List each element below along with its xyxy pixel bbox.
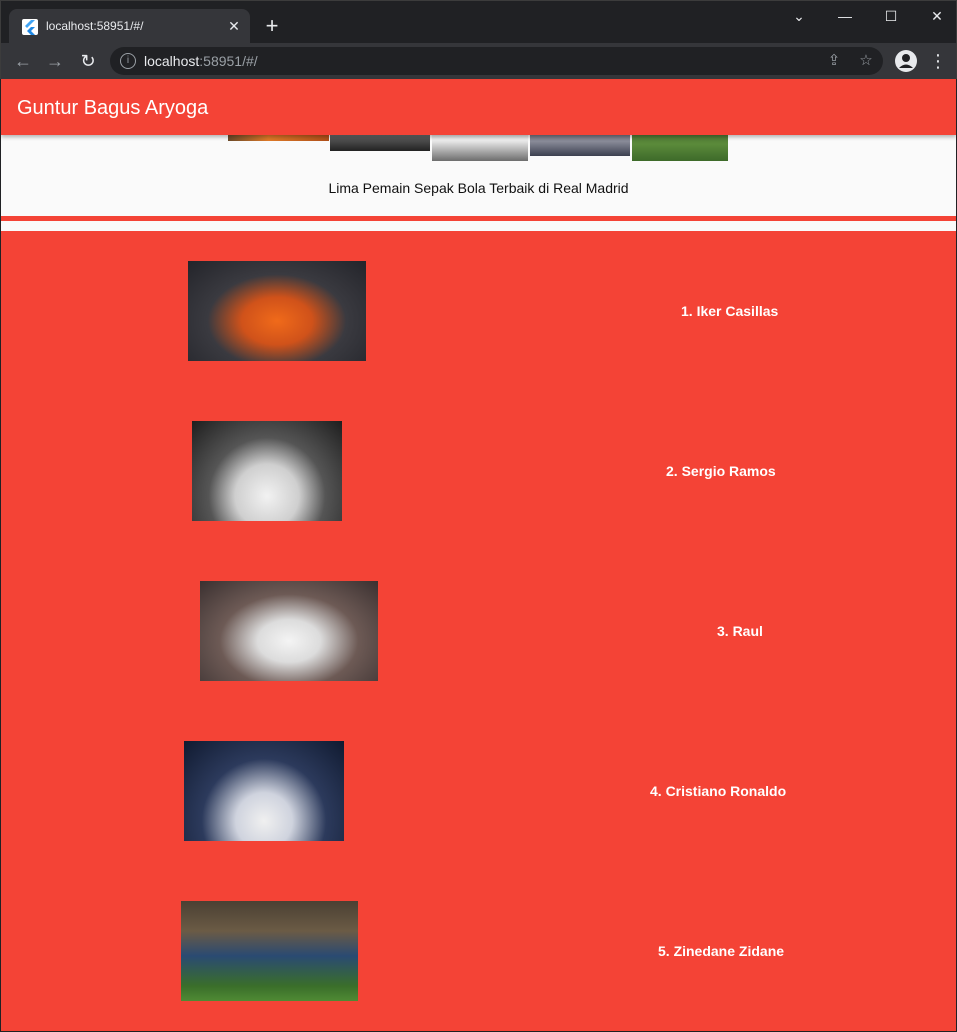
bookmark-star-icon[interactable]: ☆ [856, 51, 876, 71]
player-name: 2. Sergio Ramos [666, 463, 776, 479]
window-close-icon[interactable]: ✕ [927, 7, 947, 25]
forward-icon[interactable]: → [42, 48, 68, 74]
browser-toolbar: ← → ↻ i localhost:58951/#/ ⇪ ☆ ⋮ [0, 43, 957, 79]
list-item[interactable]: 3. Raul [1, 551, 956, 711]
player-list: 1. Iker Casillas 2. Sergio Ramos 3. Raul… [1, 231, 956, 1031]
player-photo [188, 261, 366, 361]
site-info-icon[interactable]: i [120, 53, 136, 69]
player-name: 1. Iker Casillas [681, 303, 779, 319]
player-name: 5. Zinedane Zidane [658, 943, 785, 959]
list-item[interactable]: 2. Sergio Ramos [1, 391, 956, 551]
tab-close-icon[interactable]: ✕ [226, 18, 242, 34]
maximize-icon[interactable]: ☐ [881, 7, 901, 25]
browser-menu-icon[interactable]: ⋮ [928, 48, 948, 74]
player-photo [181, 901, 358, 1001]
new-tab-button[interactable]: + [260, 14, 284, 38]
app-bar: Guntur Bagus Aryoga [1, 79, 956, 135]
player-photo [192, 421, 342, 521]
profile-avatar-icon[interactable] [895, 50, 917, 72]
tab-title: localhost:58951/#/ [46, 19, 144, 33]
minimize-icon[interactable]: — [835, 7, 855, 25]
banner-caption: Lima Pemain Sepak Bola Terbaik di Real M… [328, 180, 629, 196]
player-photo [200, 581, 378, 681]
reload-icon[interactable]: ↻ [75, 48, 101, 74]
tab-search-icon[interactable]: ⌄ [789, 7, 809, 25]
list-item[interactable]: 5. Zinedane Zidane [1, 871, 956, 1031]
address-bar[interactable]: i localhost:58951/#/ ⇪ ☆ [110, 47, 883, 75]
list-item[interactable]: 1. Iker Casillas [1, 231, 956, 391]
player-name: 3. Raul [717, 623, 763, 639]
flutter-icon [22, 19, 38, 35]
list-item[interactable]: 4. Cristiano Ronaldo [1, 711, 956, 871]
player-photo [184, 741, 344, 841]
back-icon[interactable]: ← [10, 48, 36, 74]
browser-tabbar: localhost:58951/#/ ✕ + ⌄ — ☐ ✕ [0, 0, 957, 44]
browser-tab[interactable]: localhost:58951/#/ ✕ [9, 9, 250, 44]
app-title: Guntur Bagus Aryoga [17, 97, 209, 119]
player-name: 4. Cristiano Ronaldo [650, 783, 787, 799]
app-viewport: Lima Pemain Sepak Bola Terbaik di Real M… [1, 79, 956, 1031]
address-url: localhost:58951/#/ [144, 53, 258, 69]
share-icon[interactable]: ⇪ [824, 51, 844, 71]
